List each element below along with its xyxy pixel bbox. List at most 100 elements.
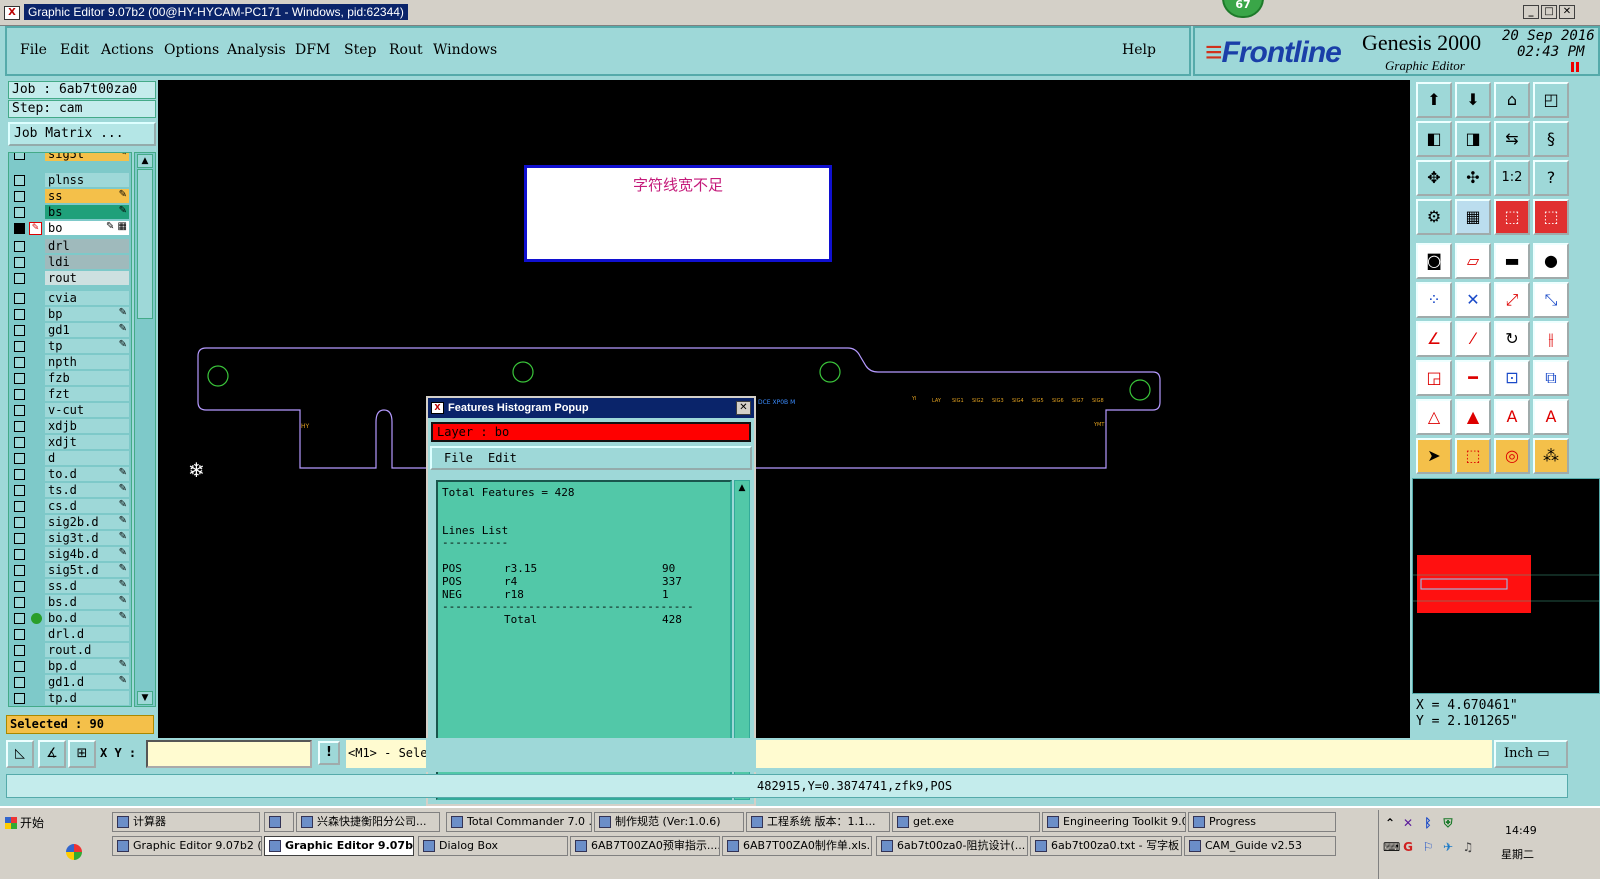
start-button[interactable]: 开始 <box>2 813 54 833</box>
layer-name[interactable]: ts.d ✎ <box>45 483 129 497</box>
delete-node-icon[interactable]: ✕ <box>1455 282 1491 318</box>
layer-checkbox[interactable] <box>14 629 25 640</box>
menu-step[interactable]: Step <box>344 42 376 58</box>
layer-row[interactable]: fzt <box>9 387 131 402</box>
scroll-thumb[interactable] <box>137 169 153 319</box>
zoom-home-icon[interactable]: ⬆ <box>1416 82 1452 118</box>
clock-time[interactable]: 14:49 <box>1505 824 1537 837</box>
quick-launch-icon[interactable] <box>66 844 82 860</box>
pointer-box-icon[interactable]: ⬚ <box>1455 438 1491 474</box>
layer-name[interactable]: sig2b.d ✎ <box>45 515 129 529</box>
layer-name[interactable]: cvia <box>45 291 129 305</box>
taskbar-button[interactable]: Dialog Box <box>418 836 568 856</box>
layer-row[interactable]: cvia <box>9 291 131 306</box>
text-a-alt-icon[interactable]: A <box>1533 399 1569 435</box>
close-app-tray-icon[interactable]: ✕ <box>1401 816 1415 830</box>
layer-row[interactable]: cs.d ✎ <box>9 499 131 514</box>
layer-name[interactable]: plnss <box>45 173 129 187</box>
taskbar-button[interactable]: Total Commander 7.0 ... <box>446 812 592 832</box>
pan-left-icon[interactable]: ◧ <box>1416 121 1452 157</box>
messenger-icon[interactable]: ✈ <box>1441 840 1455 854</box>
menu-edit[interactable]: Edit <box>60 42 89 58</box>
layer-checkbox[interactable] <box>14 175 25 186</box>
layer-checkbox[interactable] <box>14 373 25 384</box>
layer-name[interactable]: sig4b.d ✎ <box>45 547 129 561</box>
connect-icon[interactable]: ⁘ <box>1416 282 1452 318</box>
warning-icon[interactable]: ! <box>318 741 340 765</box>
popup-menu-file[interactable]: File <box>444 451 473 465</box>
layer-name[interactable]: ss ✎ <box>45 189 129 203</box>
layer-name[interactable]: bp.d ✎ <box>45 659 129 673</box>
layer-checkbox[interactable] <box>14 469 25 480</box>
window-icon[interactable]: ◰ <box>1533 82 1569 118</box>
taskbar-button[interactable]: 6AB7T00ZA0预审指示.... <box>570 836 720 856</box>
taskbar-button[interactable]: CAM_Guide v2.53 <box>1184 836 1336 856</box>
layer-checkbox[interactable] <box>14 437 25 448</box>
layer-checkbox[interactable] <box>14 421 25 432</box>
layer-checkbox[interactable] <box>14 389 25 400</box>
route-icon[interactable]: ⬚ <box>1533 199 1569 235</box>
layer-row[interactable]: sig2b.d ✎ <box>9 515 131 530</box>
layer-name[interactable]: sig3t.d ✎ <box>45 531 129 545</box>
layer-name[interactable]: fzb <box>45 371 129 385</box>
layer-row[interactable]: drl <box>9 239 131 254</box>
layer-name[interactable]: fzt <box>45 387 129 401</box>
menu-actions[interactable]: Actions <box>101 42 154 58</box>
zoom-back-icon[interactable]: ⬇ <box>1455 82 1491 118</box>
layer-row[interactable]: ss ✎ <box>9 189 131 204</box>
layer-checkbox[interactable] <box>14 453 25 464</box>
diagonal-line-icon[interactable]: ⁄ <box>1455 321 1491 357</box>
layer-row[interactable]: v-cut <box>9 403 131 418</box>
pad-icon[interactable]: ● <box>1533 243 1569 279</box>
layer-checkbox[interactable] <box>14 661 25 672</box>
layer-checkbox[interactable] <box>14 517 25 528</box>
keyboard-icon[interactable]: ⌨ <box>1383 840 1400 854</box>
taskbar-button[interactable]: 6ab7t00za0-阻抗设计(... <box>876 836 1028 856</box>
layer-checkbox[interactable] <box>14 581 25 592</box>
taskbar-button[interactable]: 制作规范 (Ver:1.0.6) <box>594 812 744 832</box>
pointer-circle-icon[interactable]: ◎ <box>1494 438 1530 474</box>
menu-file[interactable]: File <box>20 42 47 58</box>
taskbar-button[interactable]: 计算器 <box>112 812 260 832</box>
layer-checkbox[interactable] <box>14 501 25 512</box>
layer-checkbox[interactable] <box>14 549 25 560</box>
triangle-icon[interactable]: △ <box>1416 399 1452 435</box>
layer-row[interactable]: bo.d ✎ <box>9 611 131 626</box>
layer-row[interactable]: sig5t.d ✎ <box>9 563 131 578</box>
notification-badge[interactable]: 67 <box>1222 0 1264 18</box>
polygon-icon[interactable]: ▱ <box>1455 243 1491 279</box>
drill-icon[interactable]: ◙ <box>1416 243 1452 279</box>
maximize-button[interactable]: □ <box>1541 5 1557 19</box>
layer-row[interactable]: d <box>9 451 131 466</box>
popup-title[interactable]: Features Histogram Popup <box>428 398 754 418</box>
layer-checkbox[interactable] <box>14 223 25 234</box>
layer-checkbox[interactable] <box>14 677 25 688</box>
taskbar-button[interactable]: Graphic Editor 9.07b2 (... <box>112 836 262 856</box>
center-icon[interactable]: ✣ <box>1455 160 1491 196</box>
layer-checkbox[interactable] <box>14 273 25 284</box>
grid-snap-icon[interactable]: ⊞ <box>68 740 96 768</box>
taskbar-button[interactable]: Engineering Toolkit 9.0... <box>1042 812 1186 832</box>
layer-row[interactable]: sig3t.d ✎ <box>9 531 131 546</box>
overview-minimap[interactable] <box>1412 478 1600 694</box>
network-icon[interactable]: ⚐ <box>1421 840 1435 854</box>
layer-row[interactable]: rout <box>9 271 131 286</box>
scale-1-2-icon[interactable]: 1:2 <box>1494 160 1530 196</box>
layer-name[interactable]: xdjt <box>45 435 129 449</box>
triangle-fill-icon[interactable]: ▲ <box>1455 399 1491 435</box>
home-icon[interactable]: ⌂ <box>1494 82 1530 118</box>
taskbar-button[interactable]: Progress <box>1188 812 1336 832</box>
layer-name[interactable]: rout <box>45 271 129 285</box>
bluetooth-icon[interactable]: ᛒ <box>1421 816 1435 830</box>
menu-dfm[interactable]: DFM <box>295 42 330 58</box>
resize-icon[interactable]: ⊡ <box>1494 360 1530 396</box>
scroll-up-icon[interactable]: ▲ <box>736 482 748 494</box>
horizontal-line-icon[interactable]: ━ <box>1455 360 1491 396</box>
layer-checkbox[interactable] <box>14 565 25 576</box>
layer-checkbox[interactable] <box>14 533 25 544</box>
taskbar-button[interactable]: 工程系统 版本：1.1... <box>746 812 890 832</box>
layer-checkbox[interactable] <box>14 257 25 268</box>
measure-icon[interactable]: ⚙ <box>1416 199 1452 235</box>
menu-windows[interactable]: Windows <box>433 42 497 58</box>
popup-menu-edit[interactable]: Edit <box>488 451 517 465</box>
